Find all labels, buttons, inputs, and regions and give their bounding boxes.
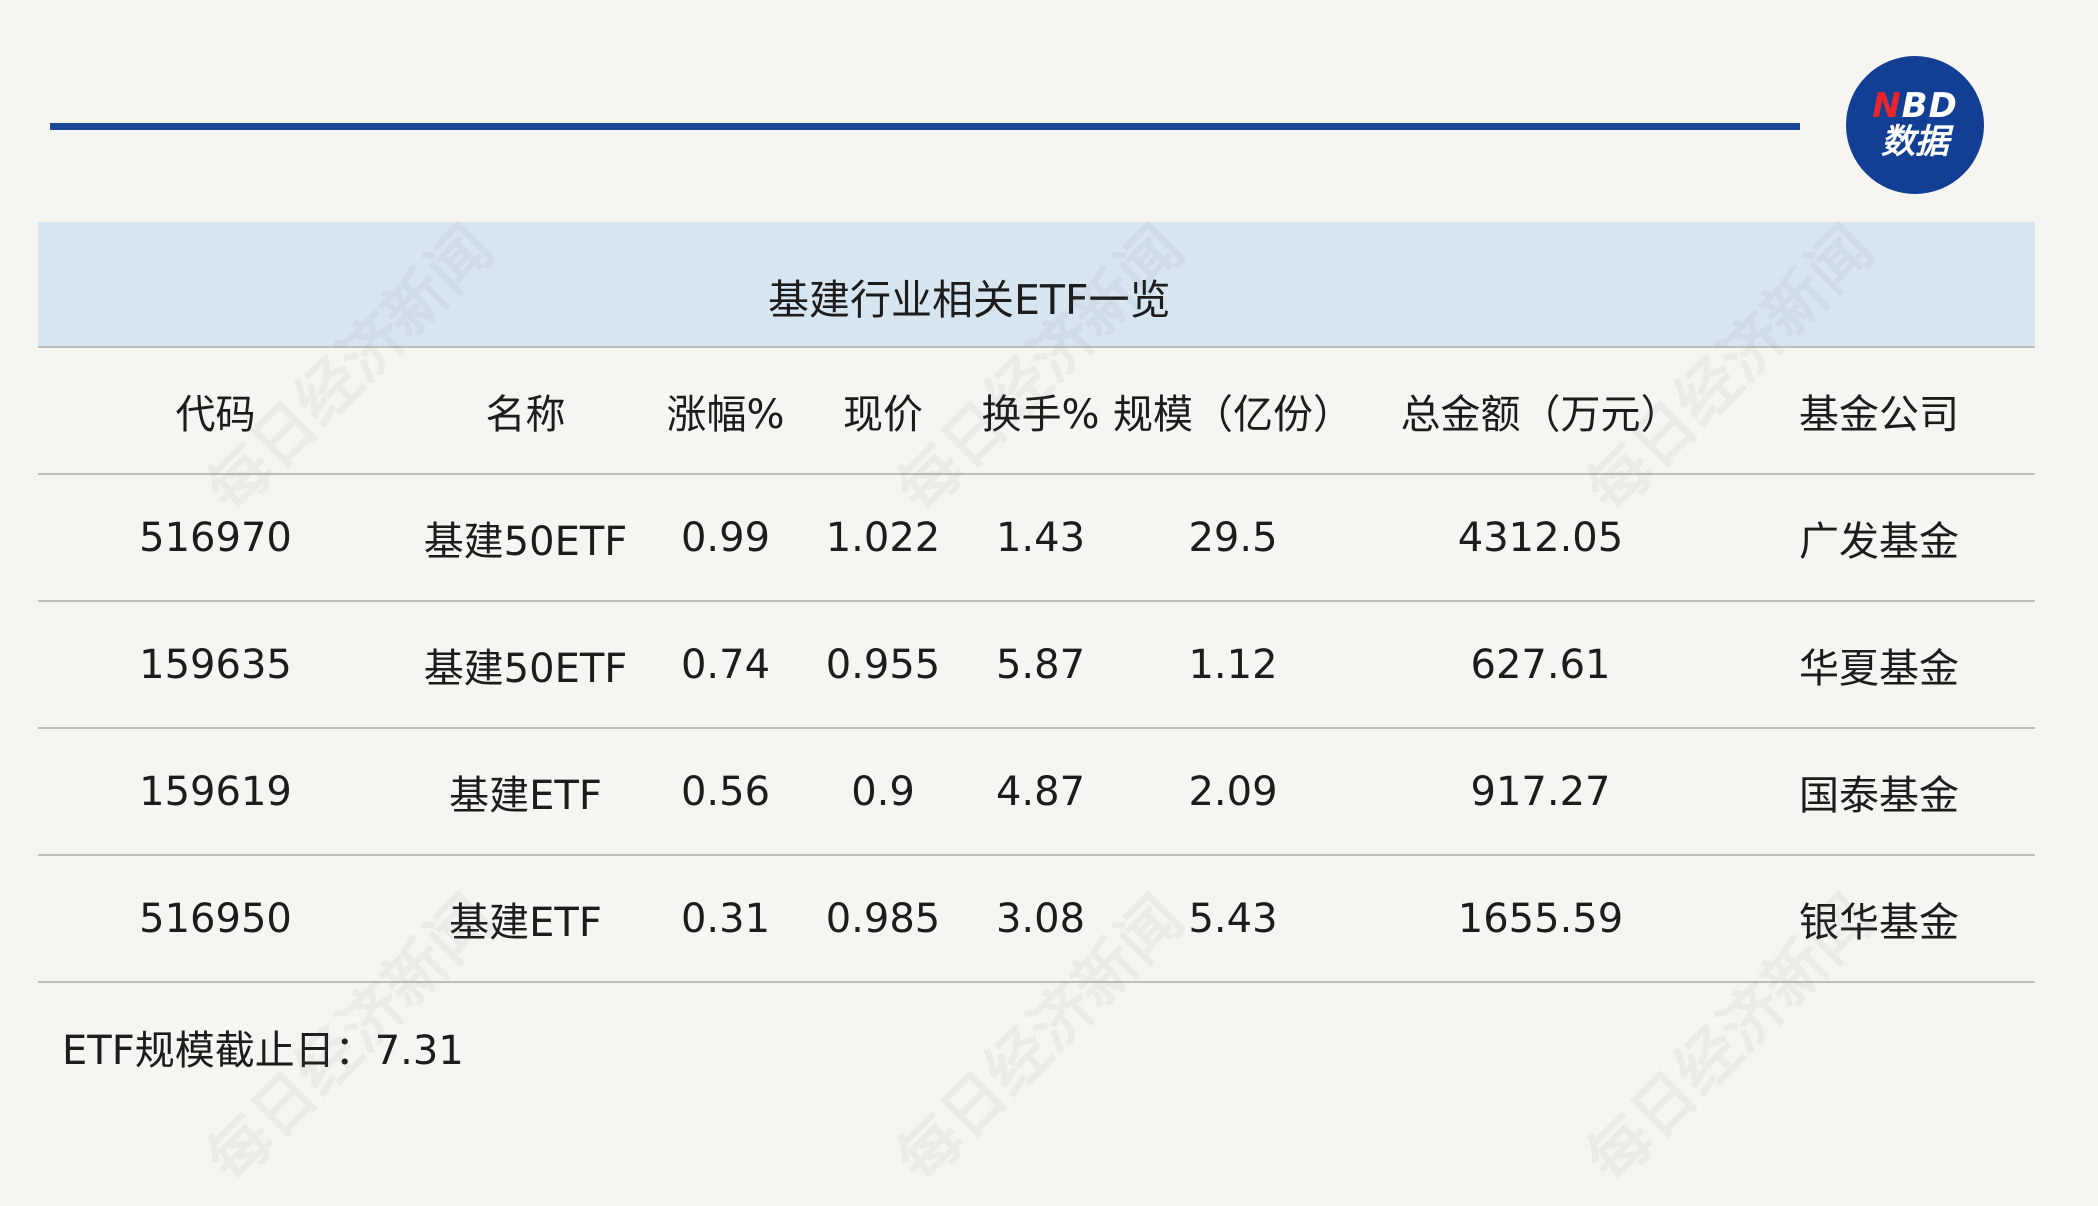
- cell-company: 银华基金: [1723, 855, 2035, 983]
- cell-name: 基建50ETF: [393, 474, 658, 602]
- col-header-company: 基金公司: [1723, 346, 2035, 475]
- cell-change: 0.99: [658, 474, 793, 602]
- cell-price: 0.955: [793, 601, 973, 729]
- col-header-scale: 规模（亿份）: [1108, 346, 1358, 475]
- cell-change: 0.74: [658, 601, 793, 729]
- etf-table: 代码 名称 涨幅% 现价 换手% 规模（亿份） 总金额（万元） 基金公司 516…: [38, 346, 2035, 983]
- table-row: 516950 基建ETF 0.31 0.985 3.08 5.43 1655.5…: [38, 855, 2035, 983]
- col-header-name: 名称: [393, 346, 658, 475]
- cell-price: 0.9: [793, 728, 973, 856]
- col-header-change: 涨幅%: [658, 346, 793, 475]
- cell-scale: 5.43: [1108, 855, 1358, 983]
- table-row: 159635 基建50ETF 0.74 0.955 5.87 1.12 627.…: [38, 601, 2035, 729]
- table-row: 159619 基建ETF 0.56 0.9 4.87 2.09 917.27 国…: [38, 728, 2035, 856]
- cell-scale: 29.5: [1108, 474, 1358, 602]
- cell-turnover: 4.87: [973, 728, 1108, 856]
- cell-amount: 917.27: [1358, 728, 1723, 856]
- cell-code: 159635: [38, 601, 393, 729]
- cell-name: 基建ETF: [393, 855, 658, 983]
- col-header-turnover: 换手%: [973, 346, 1108, 475]
- cell-change: 0.31: [658, 855, 793, 983]
- cell-turnover: 1.43: [973, 474, 1108, 602]
- cell-turnover: 3.08: [973, 855, 1108, 983]
- cell-price: 0.985: [793, 855, 973, 983]
- header-row: 代码 名称 涨幅% 现价 换手% 规模（亿份） 总金额（万元） 基金公司: [38, 346, 2035, 475]
- cell-company: 华夏基金: [1723, 601, 2035, 729]
- col-header-price: 现价: [793, 346, 973, 475]
- top-accent-rule: [50, 123, 1800, 130]
- cell-name: 基建ETF: [393, 728, 658, 856]
- cell-change: 0.56: [658, 728, 793, 856]
- table-title: 基建行业相关ETF一览: [768, 276, 1171, 324]
- cell-amount: 627.61: [1358, 601, 1723, 729]
- cell-turnover: 5.87: [973, 601, 1108, 729]
- col-header-amount: 总金额（万元）: [1358, 346, 1723, 475]
- col-header-code: 代码: [38, 346, 393, 475]
- cell-company: 国泰基金: [1723, 728, 2035, 856]
- cell-scale: 2.09: [1108, 728, 1358, 856]
- footnote: ETF规模截止日：7.31: [62, 1028, 464, 1074]
- cell-name: 基建50ETF: [393, 601, 658, 729]
- cell-amount: 4312.05: [1358, 474, 1723, 602]
- cell-scale: 1.12: [1108, 601, 1358, 729]
- table-row: 516970 基建50ETF 0.99 1.022 1.43 29.5 4312…: [38, 474, 2035, 602]
- nbd-data-logo: NBD 数据: [1846, 56, 1984, 194]
- cell-code: 516970: [38, 474, 393, 602]
- cell-code: 159619: [38, 728, 393, 856]
- cell-amount: 1655.59: [1358, 855, 1723, 983]
- cell-company: 广发基金: [1723, 474, 2035, 602]
- table-title-bar: 基建行业相关ETF一览: [38, 222, 2035, 346]
- cell-price: 1.022: [793, 474, 973, 602]
- cell-code: 516950: [38, 855, 393, 983]
